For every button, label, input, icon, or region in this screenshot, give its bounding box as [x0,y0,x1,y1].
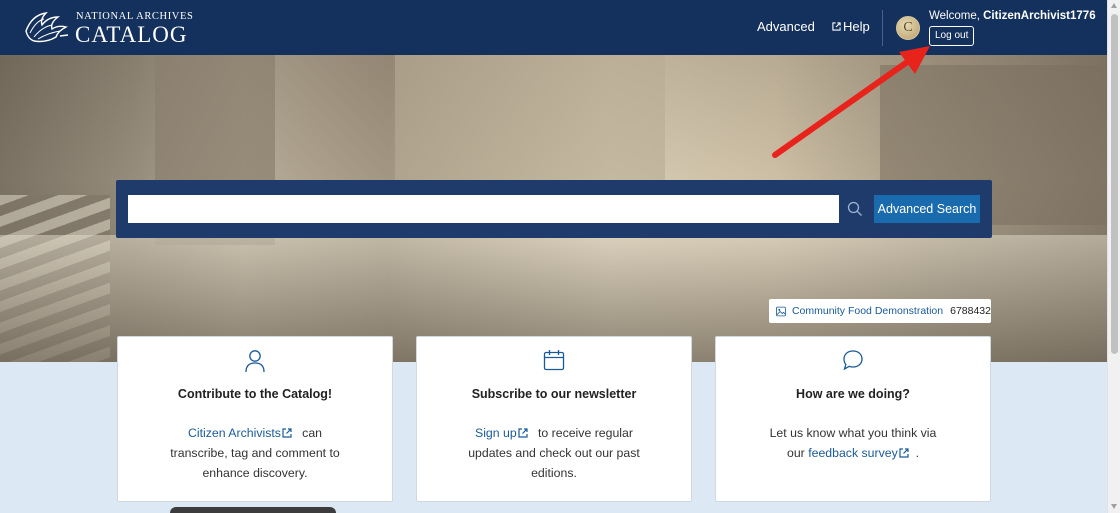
contribute-card: Contribute to the Catalog! Citizen Archi… [117,336,393,502]
external-link-icon [282,428,292,438]
avatar-letter: C [903,20,913,35]
card-body: Citizen Archivists can transcribe, tag a… [132,423,378,483]
feedback-survey-link[interactable]: feedback survey [808,446,909,460]
search-icon[interactable] [844,195,866,223]
hero-credit-id: 6788432 [950,305,991,317]
card-body: Sign up to receive regular updates and c… [431,423,677,483]
citizen-archivists-link-label: Citizen Archivists [187,426,281,440]
sign-up-link[interactable]: Sign up [475,426,528,440]
site-header: NATIONAL ARCHIVES CATALOG Advanced Help … [0,0,1107,55]
scroll-down-arrow-icon[interactable] [1111,504,1117,509]
card-text: our [786,446,805,460]
nav-divider [882,10,883,46]
card-text: . [915,446,919,460]
newsletter-card: Subscribe to our newsletter Sign up to r… [416,336,692,502]
card-text: Let us know what you think via [769,426,937,440]
hero-credit[interactable]: Community Food Demonstration 6788432 [769,299,991,323]
feedback-card: How are we doing? Let us know what you t… [715,336,991,502]
floating-pill[interactable] [170,507,336,513]
card-title: Subscribe to our newsletter [471,387,637,401]
vertical-scrollbar[interactable] [1107,0,1120,513]
advanced-search-button[interactable]: Advanced Search [874,195,980,223]
chat-bubble-icon [843,350,863,371]
search-bar: Advanced Search [116,180,992,238]
calendar-icon [543,350,565,371]
external-link-icon [899,448,909,458]
card-text: to receive regular [537,426,633,440]
nav-help-label: Help [843,19,870,34]
scroll-up-arrow-icon[interactable] [1111,3,1117,8]
external-link-icon [832,22,841,31]
hero-credit-title[interactable]: Community Food Demonstration [792,305,943,317]
avatar[interactable]: C [896,16,920,40]
card-text: updates and check out our past [468,446,640,460]
logo-subtitle: NATIONAL ARCHIVES [76,11,194,22]
eagle-logo-icon [25,12,69,43]
card-title: How are we doing? [796,387,910,401]
card-body: Let us know what you think via our feedb… [730,423,976,463]
feedback-survey-link-label: feedback survey [808,446,898,460]
national-archives-catalog-logo[interactable]: NATIONAL ARCHIVES CATALOG [22,9,194,47]
search-input[interactable] [128,195,839,223]
welcome-message: Welcome, CitizenArchivist1776 [929,10,1096,22]
citizen-archivists-link[interactable]: Citizen Archivists [188,426,292,440]
image-icon [776,306,786,316]
logout-button[interactable]: Log out [929,26,975,46]
scrollbar-thumb[interactable] [1111,14,1118,354]
welcome-prefix: Welcome, [929,10,984,22]
card-text: enhance discovery. [202,466,308,480]
logo-title: CATALOG [75,22,188,47]
card-text: can [302,426,322,440]
card-text: editions. [531,466,577,480]
card-title: Contribute to the Catalog! [177,387,333,401]
user-icon [245,350,265,373]
sign-up-link-label: Sign up [475,426,517,440]
card-text: transcribe, tag and comment to [170,446,340,460]
nav-advanced-link[interactable]: Advanced [757,19,815,34]
external-link-icon [518,428,528,438]
nav-help-link[interactable]: Help [832,19,870,34]
username: CitizenArchivist1776 [983,10,1096,22]
